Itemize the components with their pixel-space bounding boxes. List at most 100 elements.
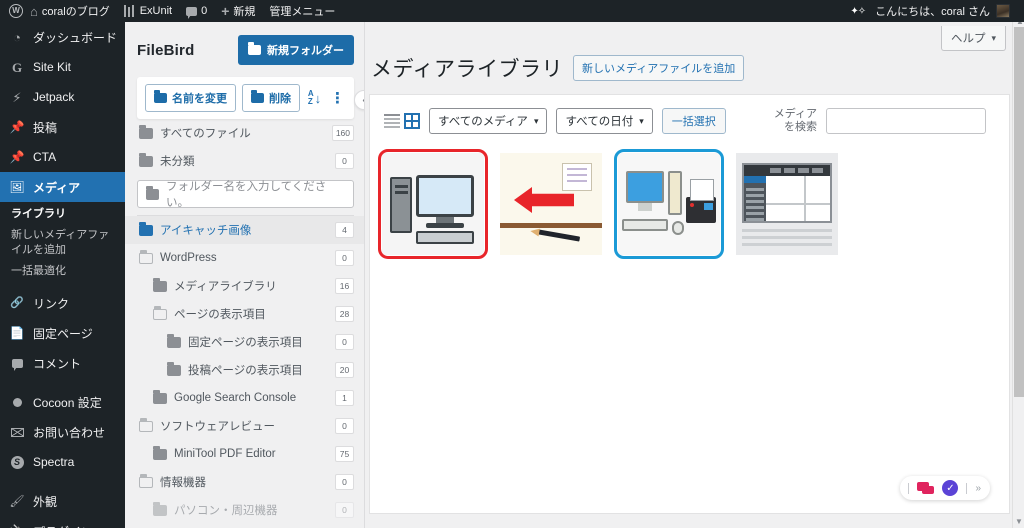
- filebird-row-all-files[interactable]: すべてのファイル 160: [125, 119, 364, 147]
- sidebar-item-links[interactable]: リンク: [0, 288, 125, 318]
- new-content-menu[interactable]: 新規: [214, 0, 262, 22]
- sidebar-item-contact[interactable]: お問い合わせ: [0, 417, 125, 447]
- site-name-menu[interactable]: coralのブログ: [23, 0, 117, 22]
- sidebar-item-spectra[interactable]: S Spectra: [0, 447, 125, 477]
- media-search-input[interactable]: [826, 108, 986, 134]
- admin-sidebar: ダッシュボード G Site Kit Jetpack 投稿 CTA メディア ラ…: [0, 22, 125, 528]
- scroll-down-icon[interactable]: ▼: [1015, 517, 1023, 526]
- filebird-row-eyecatch[interactable]: アイキャッチ画像 4: [125, 216, 364, 244]
- brush-icon: [9, 493, 25, 509]
- filebird-row-media-library[interactable]: メディアライブラリ 16: [125, 272, 364, 300]
- folder-count: 16: [335, 278, 354, 294]
- sidebar-item-cta[interactable]: CTA: [0, 142, 125, 172]
- media-type-filter[interactable]: すべてのメディア: [429, 108, 548, 134]
- list-view-icon[interactable]: [384, 113, 400, 129]
- filebird-row-google-search-console[interactable]: Google Search Console 1: [125, 384, 364, 412]
- page-scrollbar[interactable]: ▲ ▼: [1012, 17, 1024, 528]
- filebird-row-static-page-items[interactable]: 固定ページの表示項目 0: [125, 328, 364, 356]
- folder-label: 固定ページの表示項目: [188, 337, 303, 349]
- rename-folder-button[interactable]: 名前を変更: [145, 84, 236, 112]
- filebird-row-pc-peripherals[interactable]: パソコン・周辺機器 0: [125, 496, 364, 524]
- wordpress-logo-icon[interactable]: [9, 4, 23, 18]
- submenu-item-library[interactable]: ライブラリ: [11, 204, 125, 225]
- media-library-main: ヘルプ メディアライブラリ 新しいメディアファイルを追加 すべてのメディア すべ…: [365, 22, 1012, 528]
- filebird-row-minitool-pdf-editor[interactable]: MiniTool PDF Editor 75: [125, 440, 364, 468]
- media-filter-bar: すべてのメディア すべての日付 一括選択 メディア を検索: [370, 95, 1009, 146]
- media-type-filter-value: すべてのメディア: [438, 116, 528, 128]
- sidebar-item-cocoon-settings[interactable]: Cocoon 設定: [0, 387, 125, 417]
- chat-bubbles-icon[interactable]: [917, 482, 935, 494]
- grid-view-icon[interactable]: [404, 113, 420, 129]
- sidebar-item-pages[interactable]: 固定ページ: [0, 318, 125, 348]
- sidebar-item-label: Jetpack: [33, 90, 75, 104]
- sort-az-icon[interactable]: AZ: [306, 87, 323, 109]
- spectra-icon: S: [9, 454, 25, 470]
- help-button[interactable]: ヘルプ: [940, 26, 1006, 51]
- filebird-header: FileBird 新規フォルダー: [125, 22, 364, 75]
- sidebar-item-jetpack[interactable]: Jetpack: [0, 82, 125, 112]
- page-header: メディアライブラリ 新しいメディアファイルを追加: [365, 51, 1012, 83]
- check-circle-icon[interactable]: ✓: [942, 480, 959, 496]
- mail-icon: [9, 424, 25, 440]
- folder-search-input[interactable]: フォルダー名を入力してください。: [137, 180, 354, 209]
- folder-label: 情報機器: [160, 477, 206, 489]
- exunit-label: ExUnit: [139, 5, 173, 17]
- sidebar-item-plugins[interactable]: プラグイン: [0, 516, 125, 528]
- folder-grey-icon: [153, 389, 167, 404]
- sidebar-item-posts[interactable]: 投稿: [0, 112, 125, 142]
- new-folder-button[interactable]: 新規フォルダー: [238, 35, 354, 65]
- folder-open-icon: [139, 249, 153, 264]
- media-item-pc-printer[interactable]: [614, 149, 724, 259]
- avatar[interactable]: [996, 4, 1010, 18]
- filebird-row-it-devices[interactable]: 情報機器 0: [125, 468, 364, 496]
- sidebar-item-dashboard[interactable]: ダッシュボード: [0, 22, 125, 52]
- filebird-row-wordpress[interactable]: WordPress 0: [125, 244, 364, 272]
- admin-bar-right: こんにちは、coral さん: [850, 3, 1024, 19]
- exunit-menu[interactable]: ExUnit: [117, 0, 179, 22]
- support-float-widget[interactable]: ✓ »: [900, 476, 990, 500]
- sidebar-item-label: Spectra: [33, 455, 75, 469]
- media-item-desktop-pc[interactable]: [378, 149, 488, 259]
- bulk-select-button[interactable]: 一括選択: [661, 108, 726, 134]
- sidebar-item-label: プラグイン: [33, 523, 93, 528]
- comments-menu[interactable]: 0: [179, 0, 214, 22]
- more-vertical-icon[interactable]: [329, 87, 346, 109]
- filebird-collapse-toggle[interactable]: ‹: [354, 90, 364, 110]
- plug-icon: [9, 523, 25, 528]
- menu-separator: [0, 477, 125, 486]
- folder-uncategorized-icon: [139, 152, 153, 167]
- sidebar-item-comments[interactable]: コメント: [0, 348, 125, 378]
- submenu-item-add-new[interactable]: 新しいメディアファイルを追加: [11, 225, 125, 261]
- filebird-row-uncategorized[interactable]: 未分類 0: [125, 147, 364, 175]
- folder-search-wrap: フォルダー名を入力してください。: [125, 175, 364, 215]
- sidebar-item-site-kit[interactable]: G Site Kit: [0, 52, 125, 82]
- folder-count: 0: [335, 474, 354, 490]
- folder-count: 0: [335, 502, 354, 518]
- exunit-icon: [123, 5, 136, 17]
- media-date-filter-value: すべての日付: [565, 116, 634, 128]
- expand-right-icon[interactable]: »: [975, 483, 981, 494]
- scrollbar-thumb[interactable]: ▲: [1014, 17, 1024, 397]
- sparkle-icon[interactable]: [850, 5, 865, 17]
- media-item-arrow-desk[interactable]: [496, 149, 606, 259]
- filebird-row-page-items[interactable]: ページの表示項目 28: [125, 300, 364, 328]
- media-item-app-window[interactable]: [732, 149, 842, 259]
- folder-label: パソコン・周辺機器: [174, 505, 278, 517]
- filebird-row-post-page-items[interactable]: 投稿ページの表示項目 20: [125, 356, 364, 384]
- delete-folder-button[interactable]: 削除: [242, 84, 300, 112]
- help-label: ヘルプ: [950, 33, 986, 45]
- greeting-label[interactable]: こんにちは、coral さん: [875, 3, 990, 19]
- sidebar-item-media[interactable]: メディア: [0, 172, 125, 202]
- home-icon: [30, 5, 38, 18]
- help-bar: ヘルプ: [365, 22, 1012, 51]
- sidebar-item-label: CTA: [33, 150, 57, 164]
- sidebar-item-appearance[interactable]: 外観: [0, 486, 125, 516]
- admin-menu-entry[interactable]: 管理メニュー: [262, 0, 342, 22]
- submenu-item-bulk-optimize[interactable]: 一括最適化: [11, 261, 125, 282]
- sidebar-item-label: Site Kit: [33, 60, 72, 74]
- media-date-filter[interactable]: すべての日付: [556, 108, 653, 134]
- folder-open-icon: [139, 473, 153, 488]
- sidebar-item-label: ダッシュボード: [33, 30, 118, 45]
- add-media-button[interactable]: 新しいメディアファイルを追加: [573, 55, 745, 81]
- filebird-row-software-review[interactable]: ソフトウェアレビュー 0: [125, 412, 364, 440]
